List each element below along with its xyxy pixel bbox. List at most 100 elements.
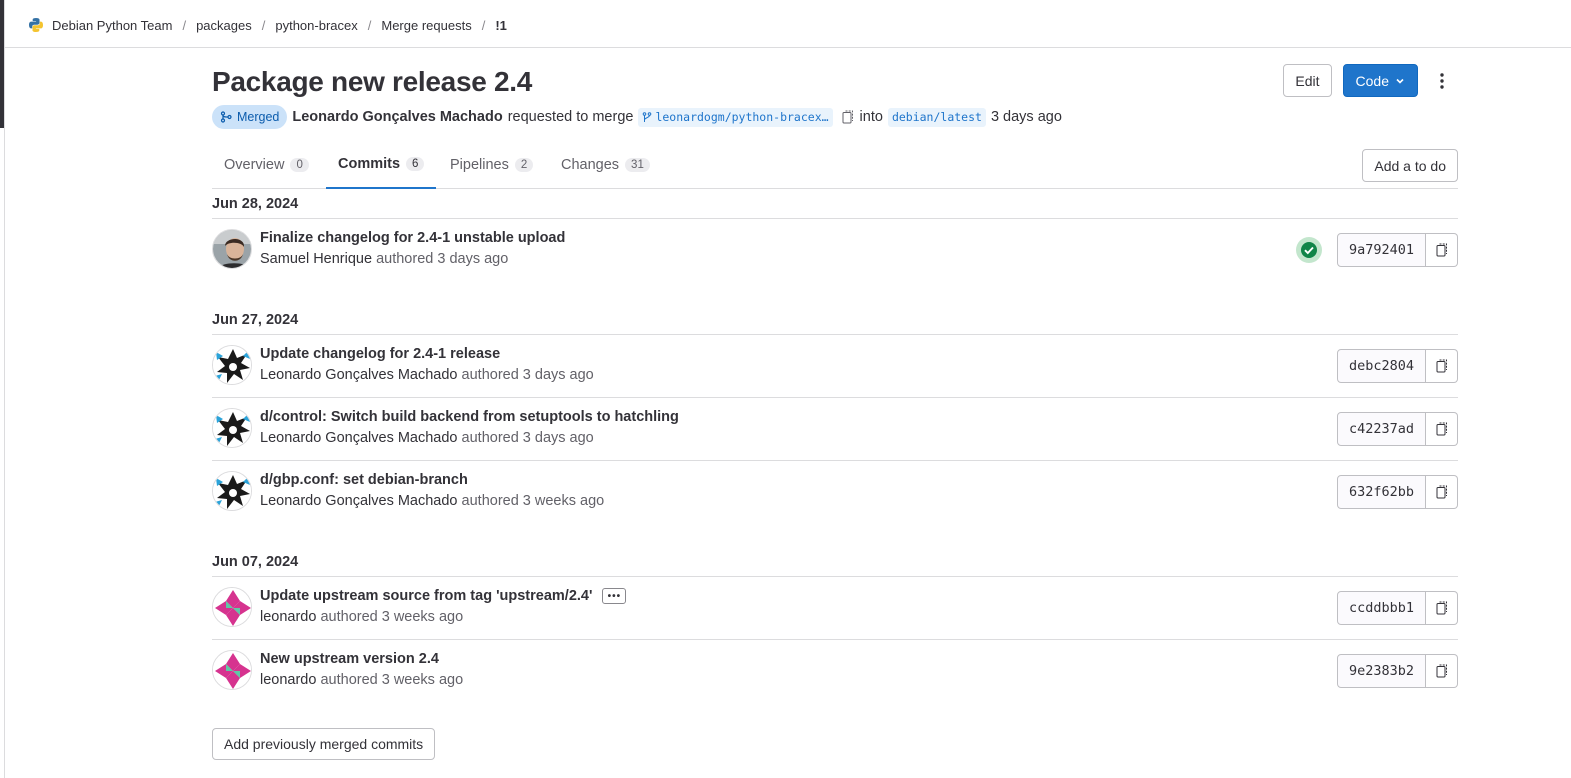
commit-title-text: Finalize changelog for 2.4-1 unstable up… xyxy=(260,230,566,246)
header-divider xyxy=(5,47,1571,48)
copy-sha-icon[interactable] xyxy=(1426,591,1458,625)
tab-label: Commits xyxy=(338,156,401,172)
commit-sha-button[interactable]: 9a792401 xyxy=(1337,233,1426,267)
code-dropdown-button[interactable]: Code xyxy=(1342,64,1418,97)
avatar[interactable] xyxy=(212,650,252,690)
commit-author-line: leonardo authored 3 weeks ago xyxy=(260,672,463,688)
commit-author-line: Leonardo Gonçalves Machado authored 3 da… xyxy=(260,430,594,446)
avatar[interactable] xyxy=(212,408,252,448)
commit-author[interactable]: Samuel Henrique xyxy=(260,251,372,267)
tab-count-badge: 6 xyxy=(406,157,425,171)
commit-author-line: Samuel Henrique authored 3 days ago xyxy=(260,251,508,267)
commit-authored-time: authored 3 weeks ago xyxy=(320,609,464,625)
avatar[interactable] xyxy=(212,345,252,385)
commit-authored-time: authored 3 days ago xyxy=(461,430,594,446)
commit-authored-time: authored 3 weeks ago xyxy=(320,672,464,688)
copy-sha-icon[interactable] xyxy=(1426,233,1458,267)
copy-sha-icon[interactable] xyxy=(1426,412,1458,446)
commit-author[interactable]: Leonardo Gonçalves Machado xyxy=(260,430,458,446)
status-label: Merged xyxy=(237,110,280,124)
branch-icon xyxy=(643,111,652,122)
commit-author[interactable]: Leonardo Gonçalves Machado xyxy=(260,493,458,509)
commit-row: Finalize changelog for 2.4-1 unstable up… xyxy=(212,219,1458,282)
commit-sha-button[interactable]: 9e2383b2 xyxy=(1337,654,1426,688)
add-previously-merged-commits-button[interactable]: Add previously merged commits xyxy=(212,728,436,760)
commit-row: Update upstream source from tag 'upstrea… xyxy=(212,577,1458,640)
header-actions: Edit Code xyxy=(1283,64,1458,97)
commit-row: d/gbp.conf: set debian-branch Leonardo G… xyxy=(212,461,1458,524)
expand-description-button[interactable]: ••• xyxy=(602,588,627,604)
python-logo-icon xyxy=(28,17,44,33)
commit-row: d/control: Switch build backend from set… xyxy=(212,398,1458,461)
breadcrumb-packages[interactable]: packages xyxy=(196,18,252,33)
edit-button[interactable]: Edit xyxy=(1283,64,1332,97)
tab-pipelines[interactable]: Pipelines 2 xyxy=(438,141,545,189)
commit-author[interactable]: leonardo xyxy=(260,609,316,625)
copy-sha-icon[interactable] xyxy=(1426,475,1458,509)
commit-title[interactable]: Finalize changelog for 2.4-1 unstable up… xyxy=(260,230,565,246)
commit-title-text: Update upstream source from tag 'upstrea… xyxy=(260,588,593,604)
tab-label: Pipelines xyxy=(450,157,509,173)
breadcrumb-merge-requests[interactable]: Merge requests xyxy=(381,18,471,33)
mr-author-link[interactable]: Leonardo Gonçalves Machado xyxy=(292,109,502,125)
avatar[interactable] xyxy=(212,587,252,627)
commit-authored-time: authored 3 days ago xyxy=(461,367,594,383)
tab-label: Overview xyxy=(224,157,285,173)
commit-title[interactable]: Update changelog for 2.4-1 release xyxy=(260,346,500,362)
source-branch-label: leonardogm/python-bracex… xyxy=(655,110,829,124)
avatar[interactable] xyxy=(212,229,252,269)
breadcrumb-current-mr[interactable]: !1 xyxy=(495,18,507,33)
tab-changes[interactable]: Changes 31 xyxy=(549,141,662,189)
commit-author-line: Leonardo Gonçalves Machado authored 3 we… xyxy=(260,493,604,509)
commit-sha-button[interactable]: debc2804 xyxy=(1337,349,1426,383)
breadcrumb: Debian Python Team / packages / python-b… xyxy=(28,15,507,35)
commit-row: Update changelog for 2.4-1 release Leona… xyxy=(212,335,1458,398)
commit-title[interactable]: Update upstream source from tag 'upstrea… xyxy=(260,588,627,604)
pipeline-passed-icon[interactable] xyxy=(1296,237,1322,263)
commit-date-header: Jun 07, 2024 xyxy=(212,547,1458,577)
tab-overview[interactable]: Overview 0 xyxy=(212,141,321,189)
commit-authored-time: authored 3 weeks ago xyxy=(461,493,605,509)
copy-sha-icon[interactable] xyxy=(1426,349,1458,383)
commit-title-text: d/control: Switch build backend from set… xyxy=(260,409,679,425)
left-sidebar-edge xyxy=(0,0,5,778)
avatar[interactable] xyxy=(212,471,252,511)
requested-text: requested to merge xyxy=(507,109,634,125)
commit-author[interactable]: Leonardo Gonçalves Machado xyxy=(260,367,458,383)
chevron-down-icon xyxy=(1395,73,1405,89)
copy-branch-icon[interactable] xyxy=(842,110,854,124)
commit-author[interactable]: leonardo xyxy=(260,672,316,688)
commit-sha-group: 9a792401 xyxy=(1337,233,1458,267)
merge-time: 3 days ago xyxy=(990,109,1062,125)
code-button-label: Code xyxy=(1355,72,1389,89)
commit-sha-button[interactable]: c42237ad xyxy=(1337,412,1426,446)
tab-count-badge: 0 xyxy=(290,158,309,172)
page-title: Package new release 2.4 xyxy=(212,66,532,97)
tab-count-badge: 31 xyxy=(625,158,650,172)
commit-title[interactable]: d/gbp.conf: set debian-branch xyxy=(260,472,468,488)
copy-sha-icon[interactable] xyxy=(1426,654,1458,688)
tab-commits[interactable]: Commits 6 xyxy=(326,141,437,189)
commit-author-line: Leonardo Gonçalves Machado authored 3 da… xyxy=(260,367,594,383)
merge-icon xyxy=(220,111,232,123)
commit-title[interactable]: d/control: Switch build backend from set… xyxy=(260,409,679,425)
commit-date-header: Jun 27, 2024 xyxy=(212,305,1458,335)
sidebar-scrollbar[interactable] xyxy=(0,0,4,128)
commit-sha-button[interactable]: ccddbbb1 xyxy=(1337,591,1426,625)
more-actions-kebab-icon[interactable] xyxy=(1426,65,1458,97)
merge-request-meta: Merged Leonardo Gonçalves Machado reques… xyxy=(212,105,1062,129)
add-todo-button[interactable]: Add a to do xyxy=(1362,149,1458,182)
breadcrumb-project[interactable]: python-bracex xyxy=(275,18,357,33)
commit-author-line: leonardo authored 3 weeks ago xyxy=(260,609,463,625)
commit-row: New upstream version 2.4 leonardo author… xyxy=(212,640,1458,703)
commit-sha-button[interactable]: 632f62bb xyxy=(1337,475,1426,509)
commit-title-text: d/gbp.conf: set debian-branch xyxy=(260,472,468,488)
commit-authored-time: authored 3 days ago xyxy=(376,251,509,267)
source-branch-link[interactable]: leonardogm/python-bracex… xyxy=(638,107,833,127)
breadcrumb-team[interactable]: Debian Python Team xyxy=(52,18,172,33)
target-branch-link[interactable]: debian/latest xyxy=(887,107,986,127)
commit-title-text: New upstream version 2.4 xyxy=(260,651,439,667)
commit-title[interactable]: New upstream version 2.4 xyxy=(260,651,439,667)
commit-sha-group: ccddbbb1 xyxy=(1337,591,1458,625)
commit-sha-group: 9e2383b2 xyxy=(1337,654,1458,688)
